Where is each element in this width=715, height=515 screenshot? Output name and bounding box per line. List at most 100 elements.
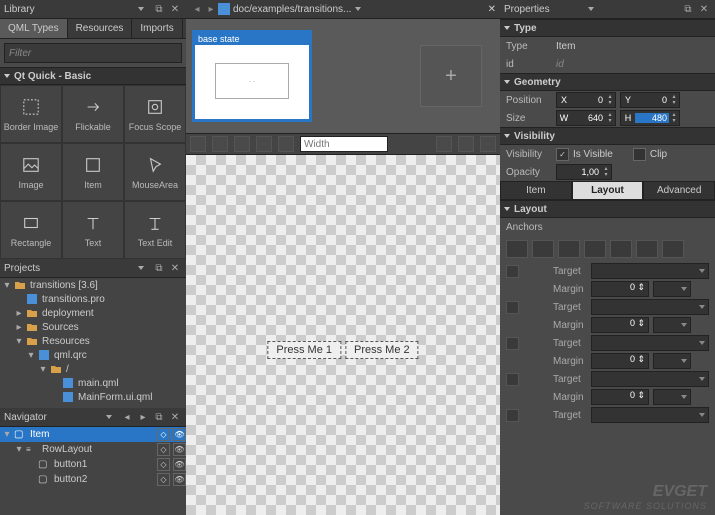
anchor-btn[interactable] [584,240,606,258]
project-node[interactable]: main.qml [0,376,186,390]
project-node[interactable]: transitions.pro [0,292,186,306]
export-toggle[interactable]: ◇ [157,428,170,441]
qml-type-focus-scope[interactable]: Focus Scope [124,85,186,143]
qml-type-mousearea[interactable]: MouseArea [124,143,186,201]
margin-input[interactable]: 0 ⇕ [591,353,649,369]
qml-type-rectangle[interactable]: Rectangle [0,201,62,259]
qml-type-flickable[interactable]: Flickable [62,85,124,143]
section-type[interactable]: Type [500,19,715,37]
margin-input[interactable]: 0 ⇕ [591,317,649,333]
position-y-input[interactable]: Y0▴▾ [620,92,680,108]
project-node[interactable]: ▾/ [0,362,186,376]
anchor-btn[interactable] [532,240,554,258]
project-node[interactable]: ▸Sources [0,320,186,334]
target-combo[interactable] [591,335,709,351]
target-combo[interactable] [591,371,709,387]
toolbar-btn[interactable] [458,136,474,152]
close-icon[interactable]: ✕ [168,2,182,16]
opacity-input[interactable]: 1,00▴▾ [556,164,612,180]
anchor-btn[interactable] [558,240,580,258]
visibility-toggle[interactable]: 👁 [173,428,186,441]
split-icon[interactable]: ⧉ [681,2,695,16]
anchor-enable-checkbox[interactable] [506,409,519,422]
anchor-btn[interactable] [662,240,684,258]
project-node[interactable]: MainForm.ui.qml [0,390,186,404]
chevron-down-icon[interactable] [588,7,594,11]
toolbar-btn[interactable] [234,136,250,152]
split-icon[interactable]: ⧉ [152,261,166,275]
margin-unit[interactable] [653,317,691,333]
toolbar-btn[interactable] [212,136,228,152]
margin-input[interactable]: 0 ⇕ [591,389,649,405]
anchor-enable-checkbox[interactable] [506,265,519,278]
width-input[interactable] [300,136,388,152]
filter-input[interactable]: Filter [4,43,182,63]
subtab-layout[interactable]: Layout [572,181,644,200]
close-icon[interactable]: ✕ [168,410,182,424]
split-icon[interactable]: ⧉ [152,2,166,16]
margin-unit[interactable] [653,389,691,405]
is-visible-checkbox[interactable]: ✓ [556,148,569,161]
anchor-btn[interactable] [610,240,632,258]
margin-input[interactable]: 0 ⇕ [591,281,649,297]
split-icon[interactable]: ⧉ [152,410,166,424]
close-icon[interactable]: ✕ [488,4,496,15]
project-node[interactable]: ▾qml.qrc [0,348,186,362]
anchor-enable-checkbox[interactable] [506,337,519,350]
back-icon[interactable]: ◂ [190,4,204,15]
anchor-btn[interactable] [636,240,658,258]
project-node[interactable]: ▾Resources [0,334,186,348]
size-w-input[interactable]: W640▴▾ [556,110,616,126]
anchor-enable-checkbox[interactable] [506,301,519,314]
position-x-input[interactable]: X0▴▾ [556,92,616,108]
tab-imports[interactable]: Imports [132,19,182,38]
export-toggle[interactable]: ◇ [157,443,170,456]
toolbar-btn[interactable] [278,136,294,152]
subtab-item[interactable]: Item [500,181,572,200]
qml-type-image[interactable]: Image [0,143,62,201]
section-layout[interactable]: Layout [500,200,715,218]
state-base[interactable]: base state ·· ·· [192,30,312,122]
navigator-node[interactable]: ▾≡RowLayout◇👁 [0,442,186,457]
target-combo[interactable] [591,299,709,315]
project-node[interactable]: ▸deployment [0,306,186,320]
visibility-toggle[interactable]: 👁 [173,443,186,456]
toolbar-btn[interactable] [436,136,452,152]
chevron-down-icon[interactable] [355,7,361,11]
subtab-advanced[interactable]: Advanced [643,181,715,200]
arrow-left-icon[interactable]: ◂ [120,410,134,424]
close-icon[interactable]: ✕ [168,261,182,275]
clip-checkbox[interactable] [633,148,646,161]
target-combo[interactable] [591,407,709,423]
visibility-toggle[interactable]: 👁 [173,458,186,471]
size-h-input[interactable]: H480▴▾ [620,110,680,126]
canvas-button-2[interactable]: Press Me 2 [345,341,419,359]
navigator-node[interactable]: ▢button1◇👁 [0,457,186,472]
qml-type-item[interactable]: Item [62,143,124,201]
arrow-right-icon[interactable]: ▸ [136,410,150,424]
export-toggle[interactable]: ◇ [157,473,170,486]
qml-type-text[interactable]: Text [62,201,124,259]
document-path[interactable]: doc/examples/transitions... [233,4,351,15]
tab-resources[interactable]: Resources [68,19,133,38]
forward-icon[interactable]: ▸ [204,4,218,15]
anchor-btn[interactable] [506,240,528,258]
navigator-node[interactable]: ▾▢Item◇👁 [0,427,186,442]
section-geometry[interactable]: Geometry [500,73,715,91]
toolbar-btn[interactable] [480,136,496,152]
project-node[interactable]: ▾transitions [3.6] [0,278,186,292]
visibility-toggle[interactable]: 👁 [173,473,186,486]
close-icon[interactable]: ✕ [697,2,711,16]
canvas-button-1[interactable]: Press Me 1 [267,341,341,359]
chevron-down-icon[interactable] [106,415,112,419]
chevron-down-icon[interactable] [138,7,144,11]
add-state-button[interactable]: + [420,45,482,107]
chevron-down-icon[interactable] [138,266,144,270]
design-canvas[interactable]: Press Me 1 Press Me 2 [186,155,500,515]
navigator-node[interactable]: ▢button2◇👁 [0,472,186,487]
prop-id-value[interactable]: id [556,59,564,70]
qtquick-basic-section[interactable]: Qt Quick - Basic [0,67,186,85]
toolbar-btn[interactable] [190,136,206,152]
section-visibility[interactable]: Visibility [500,127,715,145]
tab-qml-types[interactable]: QML Types [0,19,68,38]
